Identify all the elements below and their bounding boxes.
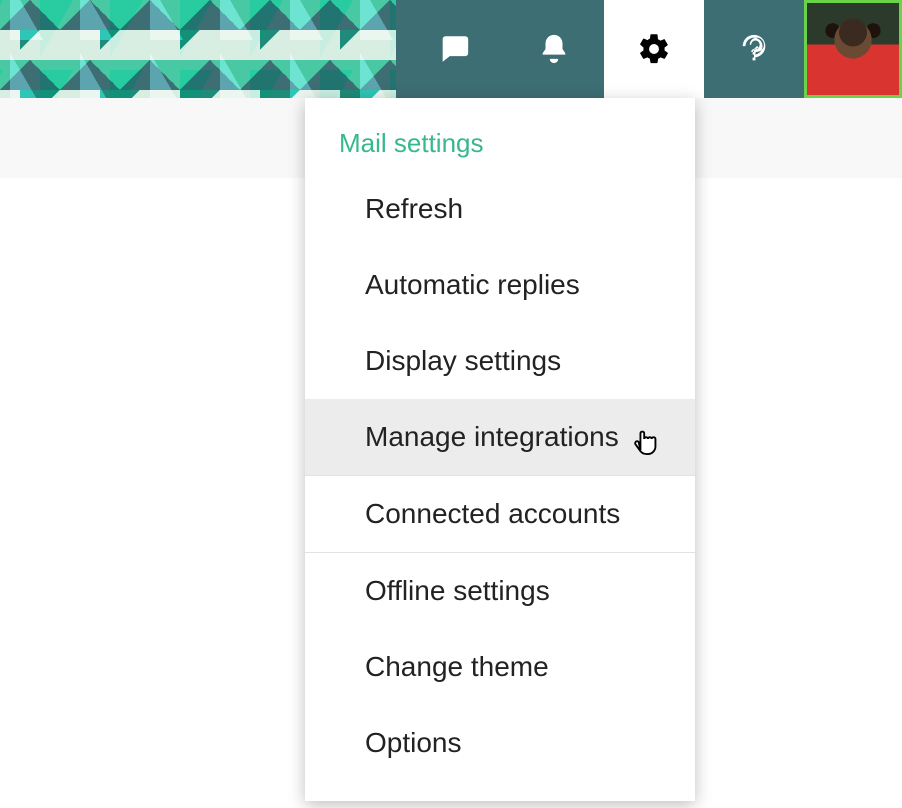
menu-item-label: Display settings xyxy=(365,345,561,376)
menu-item-automatic-replies[interactable]: Automatic replies xyxy=(305,247,695,323)
menu-item-change-theme[interactable]: Change theme xyxy=(305,629,695,705)
chat-icon xyxy=(437,32,471,66)
menu-item-label: Options xyxy=(365,727,462,758)
menu-item-connected-accounts[interactable]: Connected accounts xyxy=(305,476,695,552)
help-button[interactable] xyxy=(704,0,804,98)
chat-button[interactable] xyxy=(404,0,504,98)
top-nav-bar xyxy=(0,0,902,98)
menu-item-options[interactable]: Options xyxy=(305,705,695,781)
notifications-button[interactable] xyxy=(504,0,604,98)
menu-item-label: Connected accounts xyxy=(365,498,620,529)
help-icon xyxy=(737,32,771,66)
bell-icon xyxy=(537,32,571,66)
header-pattern xyxy=(0,0,396,98)
user-avatar[interactable] xyxy=(804,0,902,98)
menu-item-label: Change theme xyxy=(365,651,549,682)
settings-dropdown: Mail settings Refresh Automatic replies Di… xyxy=(305,98,695,801)
menu-item-display-settings[interactable]: Display settings xyxy=(305,323,695,399)
menu-item-label: Manage integrations xyxy=(365,421,619,452)
menu-item-manage-integrations[interactable]: Manage integrations xyxy=(305,399,695,475)
menu-item-offline-settings[interactable]: Offline settings xyxy=(305,553,695,629)
settings-button[interactable] xyxy=(604,0,704,98)
menu-item-label: Automatic replies xyxy=(365,269,580,300)
dropdown-heading: Mail settings xyxy=(305,116,695,171)
gear-icon xyxy=(637,32,671,66)
menu-item-label: Offline settings xyxy=(365,575,550,606)
menu-item-refresh[interactable]: Refresh xyxy=(305,171,695,247)
menu-item-label: Refresh xyxy=(365,193,463,224)
